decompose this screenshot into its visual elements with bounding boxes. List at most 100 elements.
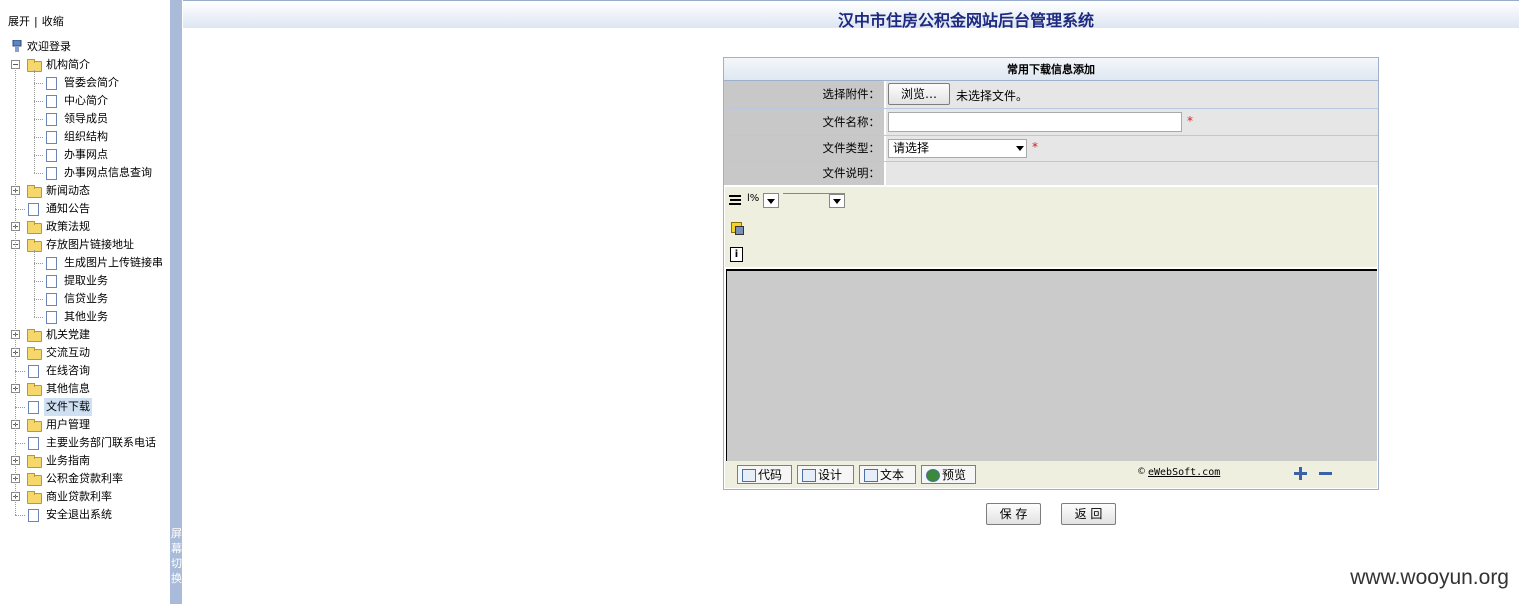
file-name-input[interactable] <box>888 112 1182 132</box>
tree-item[interactable]: + 机关党建 <box>0 326 170 344</box>
code-icon <box>742 469 756 482</box>
tree-item[interactable]: 办事网点信息查询 <box>0 164 170 182</box>
file-desc-label: 文件说明： <box>724 162 884 185</box>
text-mode-label: 文本 <box>880 468 905 482</box>
expand-all-link[interactable]: 展开 <box>8 15 30 28</box>
code-mode-button[interactable]: 代码 <box>737 465 792 484</box>
tree-connector <box>34 137 43 138</box>
save-button[interactable]: 保 存 <box>986 503 1041 525</box>
tree-item[interactable]: + 用户管理 <box>0 416 170 434</box>
tree-item[interactable]: + 新闻动态 <box>0 182 170 200</box>
page-icon <box>46 275 57 288</box>
tree-item[interactable]: 管委会简介 <box>0 74 170 92</box>
tree-item[interactable]: 领导成员 <box>0 110 170 128</box>
tree-item[interactable]: 欢迎登录 <box>0 38 170 56</box>
tree-item-label: 在线咨询 <box>46 364 90 377</box>
file-type-row: 文件类型： 请选择 * <box>724 136 1378 162</box>
tree-item[interactable]: + 业务指南 <box>0 452 170 470</box>
collapse-all-link[interactable]: 收缩 <box>42 15 64 28</box>
tree-item[interactable]: 安全退出系统 <box>0 506 170 524</box>
tree-item[interactable]: − 机构简介 <box>0 56 170 74</box>
tree-item-label: 机关党建 <box>46 328 90 341</box>
tree-item[interactable]: − 存放图片链接地址 <box>0 236 170 254</box>
tree-item-label: 业务指南 <box>46 454 90 467</box>
browse-button[interactable]: 浏览… <box>888 83 950 105</box>
tree-connector <box>34 155 43 156</box>
tree-item-label: 其他信息 <box>46 382 90 395</box>
attachment-row: 选择附件： 浏览… 未选择文件。 <box>724 81 1378 109</box>
tree-connector <box>15 515 25 516</box>
tree-item[interactable]: + 交流互动 <box>0 344 170 362</box>
page-icon <box>46 257 57 270</box>
tree-item-label: 信贷业务 <box>64 292 108 305</box>
file-desc-cell <box>886 162 1378 185</box>
tree-item[interactable]: 其他业务 <box>0 308 170 326</box>
tree-item-label: 其他业务 <box>64 310 108 323</box>
screen-toggle-splitter[interactable] <box>170 0 182 604</box>
page-icon <box>46 113 57 126</box>
tree-item-label: 商业贷款利率 <box>46 490 112 503</box>
tree-item[interactable]: 文件下载 <box>0 398 170 416</box>
design-mode-button[interactable]: 设计 <box>797 465 854 484</box>
tree-item[interactable]: + 其他信息 <box>0 380 170 398</box>
screen-toggle-label[interactable]: 屏幕切换 <box>171 526 182 586</box>
tree-item[interactable]: 办事网点 <box>0 146 170 164</box>
tree-item[interactable]: + 政策法规 <box>0 218 170 236</box>
code-mode-label: 代码 <box>758 468 783 482</box>
tree-item[interactable]: 提取业务 <box>0 272 170 290</box>
tree-item-label: 办事网点 <box>64 148 108 161</box>
page-icon <box>46 311 57 324</box>
zoom-dropdown[interactable] <box>763 193 779 208</box>
file-type-cell: 请选择 * <box>886 136 1378 161</box>
tree-item-label: 新闻动态 <box>46 184 90 197</box>
file-type-label: 文件类型： <box>724 136 884 161</box>
tree-item-label: 办事网点信息查询 <box>64 166 152 179</box>
tree-connector <box>34 83 43 84</box>
font-size-dropdown[interactable] <box>783 193 845 208</box>
tree-item-label: 组织结构 <box>64 130 108 143</box>
watermark: www.wooyun.org <box>1350 566 1509 589</box>
tree-item[interactable]: 中心简介 <box>0 92 170 110</box>
file-type-select[interactable]: 请选择 <box>888 139 1027 158</box>
tree-item[interactable]: + 公积金贷款利率 <box>0 470 170 488</box>
page-icon <box>28 401 39 414</box>
zoom-out-icon[interactable] <box>1319 472 1332 475</box>
chevron-down-icon <box>833 199 841 204</box>
font-size-dropdown-button[interactable] <box>829 194 845 208</box>
info-icon[interactable]: i <box>730 247 743 262</box>
expand-collapse-bar: 展开 | 收缩 <box>8 13 64 29</box>
tree-connector <box>34 119 43 120</box>
ewebsoft-link[interactable]: eWebSoft.com <box>1148 467 1220 478</box>
page-icon <box>28 437 39 450</box>
tree-item[interactable]: 生成图片上传链接串 <box>0 254 170 272</box>
tree-item[interactable]: 组织结构 <box>0 128 170 146</box>
highlight-icon-overlay <box>735 226 744 235</box>
separator: | <box>34 15 38 28</box>
folder-icon <box>27 347 42 360</box>
back-button[interactable]: 返 回 <box>1061 503 1116 525</box>
chevron-down-icon <box>767 199 775 204</box>
tree-item[interactable]: 通知公告 <box>0 200 170 218</box>
preview-mode-button[interactable]: 预览 <box>921 465 976 484</box>
chevron-down-icon <box>1016 146 1024 151</box>
folder-icon <box>27 419 42 432</box>
text-mode-button[interactable]: 文本 <box>859 465 916 484</box>
rich-text-editor-area[interactable] <box>726 269 1377 463</box>
tree-item-label: 文件下载 <box>44 398 92 416</box>
tree-connector <box>34 299 43 300</box>
zoom-in-icon[interactable] <box>1294 467 1307 480</box>
attachment-label: 选择附件： <box>724 81 884 108</box>
tree-item[interactable]: + 商业贷款利率 <box>0 488 170 506</box>
design-mode-label: 设计 <box>818 468 843 482</box>
tree-item[interactable]: 在线咨询 <box>0 362 170 380</box>
tree-item-label: 用户管理 <box>46 418 90 431</box>
folder-icon <box>27 491 42 504</box>
editor-footer: 代码 设计 文本 预览 © eWebSoft.com <box>725 461 1377 488</box>
tree-item[interactable]: 主要业务部门联系电话 <box>0 434 170 452</box>
tree-item-label: 主要业务部门联系电话 <box>46 436 156 449</box>
tree-item-label: 公积金贷款利率 <box>46 472 123 485</box>
tree-item-label: 中心简介 <box>64 94 108 107</box>
page-header: 汉中市住房公积金网站后台管理系统 <box>183 0 1519 30</box>
tree-connector <box>34 250 35 317</box>
tree-item[interactable]: 信贷业务 <box>0 290 170 308</box>
